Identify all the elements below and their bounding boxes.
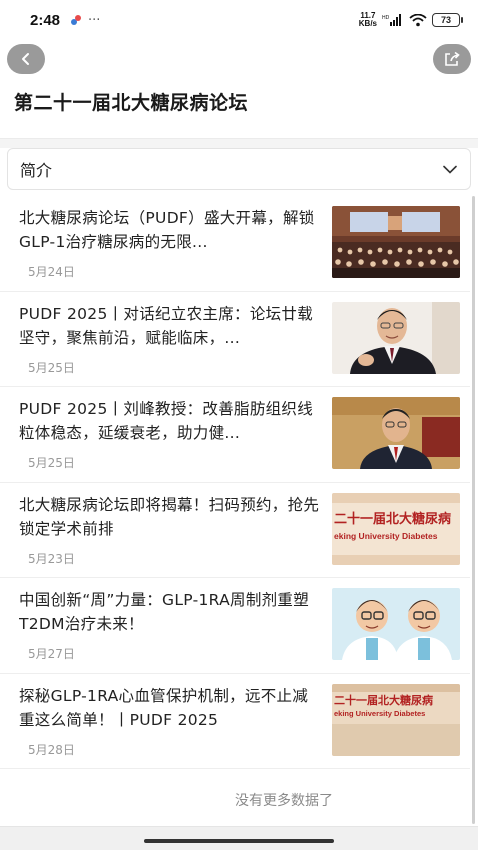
article-date: 5月24日 (28, 265, 75, 279)
banner-title-text: 二十一届北大糖尿病 (334, 511, 451, 527)
article-date: 5月28日 (28, 742, 75, 757)
list-item[interactable]: 探秘GLP-1RA心血管保护机制，远不止减重这么简单！丨PUDF 2025 5月… (0, 674, 470, 769)
cartoon-doctors-thumbnail (332, 588, 460, 660)
forum-banner-thumbnail-2: 二十一届北大糖尿病 eking University Diabetes (332, 683, 460, 756)
back-button[interactable] (7, 44, 45, 74)
share-icon (445, 51, 460, 66)
status-notification-icons: ··· (70, 13, 100, 28)
article-list: 北大糖尿病论坛（PUDF）盛大开幕，解锁GLP-1治疗糖尿病的无限... 5月2… (0, 196, 470, 769)
professor-portrait-thumbnail (332, 397, 460, 469)
status-time: 2:48 (30, 11, 61, 29)
list-item[interactable]: 北大糖尿病论坛即将揭幕！扫码预约，抢先锁定学术前排 5月23日 二十一届北大糖尿… (0, 483, 470, 578)
article-date: 5月25日 (28, 456, 75, 470)
network-speed: 11.7 KB/s (358, 11, 377, 28)
article-date: 5月23日 (28, 551, 75, 566)
list-item[interactable]: 中国创新“周”力量：GLP-1RA周制剂重塑T2DM治疗未来！ 5月27日 (0, 578, 470, 674)
more-notifications-icon: ··· (88, 12, 101, 28)
article-title: 北大糖尿病论坛（PUDF）盛大开幕，解锁GLP-1治疗糖尿病的无限... (19, 209, 315, 251)
article-date: 5月27日 (28, 647, 75, 661)
bottom-bar (0, 826, 478, 850)
scrollbar[interactable] (472, 196, 475, 824)
article-title: 北大糖尿病论坛即将揭幕！扫码预约，抢先锁定学术前排 (19, 495, 320, 538)
status-right: 11.7 KB/s HD 73 (358, 11, 463, 28)
article-title: 探秘GLP-1RA心血管保护机制，远不止减重这么简单！丨PUDF 2025 (19, 686, 309, 729)
article-title: PUDF 2025丨对话纪立农主席：论坛廿载坚守，聚焦前沿，赋能临床，... (19, 304, 314, 347)
list-item[interactable]: PUDF 2025丨对话纪立农主席：论坛廿载坚守，聚焦前沿，赋能临床，... 5… (0, 292, 470, 387)
banner-subtitle-text: eking University Diabetes (334, 709, 425, 718)
conference-hall-thumbnail (332, 206, 460, 278)
page-title: 第二十一届北大糖尿病论坛 (14, 92, 249, 114)
dropdown-label: 简介 (20, 161, 53, 180)
article-date: 5月25日 (28, 360, 75, 375)
chevron-down-icon (442, 161, 458, 177)
share-button[interactable] (433, 44, 471, 74)
status-bar: 2:48 ··· 11.7 KB/s HD 73 (0, 0, 478, 40)
home-indicator[interactable] (144, 839, 334, 843)
signal-icon: HD (382, 14, 401, 26)
battery-icon: 73 (432, 13, 463, 27)
app-notification-icon (71, 15, 82, 25)
no-more-data-text: 没有更多数据了 (235, 793, 333, 809)
banner-title-text: 二十一届北大糖尿病 (334, 693, 433, 707)
list-item[interactable]: PUDF 2025丨刘峰教授：改善脂肪组织线粒体稳态，延缓衰老，助力健... 5… (0, 387, 470, 483)
section-divider (0, 138, 478, 148)
section-dropdown[interactable]: 简介 (7, 148, 471, 190)
speaker-portrait-thumbnail (332, 301, 460, 374)
chevron-left-icon (22, 53, 29, 65)
wifi-icon (409, 13, 427, 26)
forum-banner-thumbnail: 二十一届北大糖尿病 eking University Diabetes (332, 492, 460, 565)
article-title: PUDF 2025丨刘峰教授：改善脂肪组织线粒体稳态，延缓衰老，助力健... (19, 400, 314, 442)
list-item[interactable]: 北大糖尿病论坛（PUDF）盛大开幕，解锁GLP-1治疗糖尿病的无限... 5月2… (0, 196, 470, 292)
banner-subtitle-text: eking University Diabetes (334, 531, 438, 541)
svg-text:HD: HD (382, 15, 390, 21)
article-title: 中国创新“周”力量：GLP-1RA周制剂重塑T2DM治疗未来！ (19, 591, 310, 633)
